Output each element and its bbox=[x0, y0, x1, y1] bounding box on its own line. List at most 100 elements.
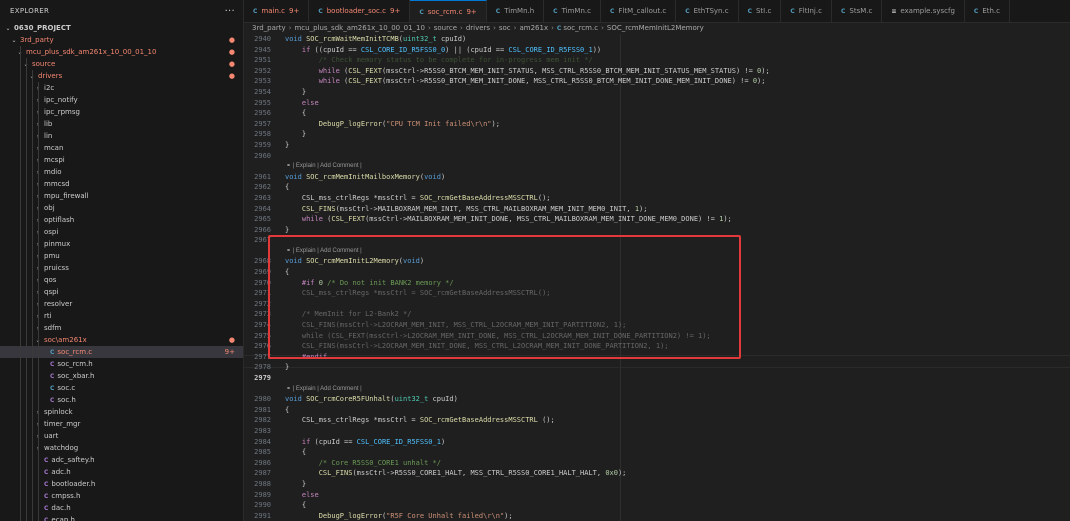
tree-folder[interactable]: ›mcspi bbox=[0, 154, 243, 166]
code-lens-text[interactable]: | Explain | Add Comment | bbox=[293, 163, 362, 169]
tree-folder[interactable]: ›resolver bbox=[0, 298, 243, 310]
tree-folder[interactable]: ›pinmux bbox=[0, 238, 243, 250]
breadcrumb-item[interactable]: mcu_plus_sdk_am261x_10_00_01_10 bbox=[294, 24, 424, 32]
tree-file[interactable]: Csoc_xbar.h bbox=[0, 370, 243, 382]
tab-sti-c[interactable]: C StI.c bbox=[739, 0, 782, 22]
tree-folder[interactable]: ›uart bbox=[0, 430, 243, 442]
c-file-icon: C bbox=[556, 24, 562, 32]
tree-folder[interactable]: ›rti bbox=[0, 310, 243, 322]
tab-fltm-callout-c[interactable]: C FltM_callout.c bbox=[601, 0, 677, 22]
tree-folder[interactable]: ⌄source● bbox=[0, 58, 243, 70]
tree-folder[interactable]: ›optiflash bbox=[0, 214, 243, 226]
tree-folder[interactable]: ›obj bbox=[0, 202, 243, 214]
tree-folder[interactable]: ›watchdog bbox=[0, 442, 243, 454]
tree-folder[interactable]: ›lin bbox=[0, 130, 243, 142]
tree-folder[interactable]: ›ipc_notify bbox=[0, 94, 243, 106]
indent-guide bbox=[32, 394, 33, 406]
tree-item-label: ospi bbox=[44, 228, 59, 236]
code-line: 2965 while (CSL_FEXT(mssCtrl->MAILBOXRAM… bbox=[244, 214, 1070, 225]
code-lens[interactable]: ⚭ | Explain | Add Comment | bbox=[244, 246, 1070, 257]
tree-file[interactable]: Csoc.c bbox=[0, 382, 243, 394]
tree-folder[interactable]: ⌄ 0630_PROJECT bbox=[0, 22, 243, 34]
line-number: 2957 bbox=[254, 119, 271, 128]
c-header-file-icon: C bbox=[44, 504, 49, 512]
breadcrumb-item[interactable]: SOC_rcmMemInitL2Memory bbox=[607, 24, 704, 32]
indent-guide bbox=[26, 370, 27, 382]
tree-folder[interactable]: ›timer_mgr bbox=[0, 418, 243, 430]
c-header-file-icon: C bbox=[50, 372, 55, 380]
more-actions-icon[interactable]: ··· bbox=[225, 6, 235, 17]
tree-folder[interactable]: ›mpu_firewall bbox=[0, 190, 243, 202]
c-file-icon: C bbox=[609, 7, 615, 15]
code-text: CSL_mss_ctrlRegs *mssCtrl = SOC_rcmGetBa… bbox=[285, 416, 555, 425]
indent-guide bbox=[20, 298, 21, 310]
tree-folder[interactable]: ›qos bbox=[0, 274, 243, 286]
tab-eth-c[interactable]: C Eth.c bbox=[965, 0, 1011, 22]
tree-folder[interactable]: ›qspi bbox=[0, 286, 243, 298]
tree-item-label: uart bbox=[44, 432, 59, 440]
indent-guide bbox=[26, 190, 27, 202]
tree-file[interactable]: Cdac.h bbox=[0, 502, 243, 514]
tree-file[interactable]: Csoc_rcm.c 9+ bbox=[0, 346, 243, 358]
explorer-sidebar: EXPLORER ··· ⌄0630_PROJECT⌄3rd_party●⌄mc… bbox=[0, 0, 244, 521]
tab-example-syscfg[interactable]: ≡ example.syscfg bbox=[882, 0, 965, 22]
breadcrumb-item[interactable]: am261x bbox=[519, 24, 548, 32]
tab-main-c[interactable]: Cmain.c 9+ bbox=[244, 0, 310, 22]
tab-ethtsyn-c[interactable]: C EthTSyn.c bbox=[676, 0, 739, 22]
code-line: 2969 { bbox=[244, 267, 1070, 278]
tree-file[interactable]: Csoc.h bbox=[0, 394, 243, 406]
breadcrumb-item[interactable]: source bbox=[434, 24, 457, 32]
tree-folder[interactable]: ›mcan bbox=[0, 142, 243, 154]
code-line: 2970 #if 0 /* Do not init BANK2 memory *… bbox=[244, 278, 1070, 289]
tree-folder[interactable]: ›mdio bbox=[0, 166, 243, 178]
indent-guide bbox=[26, 142, 27, 154]
tab-timmn-c[interactable]: C TimMn.c bbox=[544, 0, 601, 22]
code-lens-text[interactable]: | Explain | Add Comment | bbox=[293, 386, 362, 392]
code-lens-text[interactable]: | Explain | Add Comment | bbox=[293, 248, 362, 254]
tab-fltinj-c[interactable]: C FltInj.c bbox=[781, 0, 832, 22]
line-number: 2985 bbox=[254, 448, 271, 457]
tree-file[interactable]: Ccmpss.h bbox=[0, 490, 243, 502]
breadcrumb-item[interactable]: soc bbox=[499, 24, 511, 32]
code-text: DebugP_logError("CPU TCM Init failed\r\n… bbox=[318, 119, 500, 128]
tree-file[interactable]: Cadc.h bbox=[0, 466, 243, 478]
tab-bootloader-soc-c[interactable]: Cbootloader_soc.c 9+ bbox=[309, 0, 411, 22]
code-text: { bbox=[285, 183, 290, 192]
tree-folder[interactable]: ›ipc_rpmsg bbox=[0, 106, 243, 118]
line-number: 2976 bbox=[254, 342, 271, 351]
tree-file[interactable]: Cecap.h bbox=[0, 514, 243, 521]
tree-folder[interactable]: ›ospi bbox=[0, 226, 243, 238]
tree-file[interactable]: Cadc_saftey.h bbox=[0, 454, 243, 466]
tree-folder[interactable]: ›sdfm bbox=[0, 322, 243, 334]
indent-guide bbox=[20, 334, 21, 346]
tree-file[interactable]: Cbootloader.h bbox=[0, 478, 243, 490]
tree-folder[interactable]: ›i2c bbox=[0, 82, 243, 94]
tree-folder[interactable]: ›spinlock bbox=[0, 406, 243, 418]
code-lens[interactable]: ⚭ | Explain | Add Comment | bbox=[244, 161, 1070, 172]
tree-folder[interactable]: ⌄mcu_plus_sdk_am261x_10_00_01_10● bbox=[0, 46, 243, 58]
tree-folder[interactable]: ›lib bbox=[0, 118, 243, 130]
tree-folder[interactable]: ⌄ 3rd_party ● bbox=[0, 34, 243, 46]
code-editor[interactable]: 2940 void SOC_rcmWaitMemInitTCMB(uint32_t… bbox=[244, 34, 1070, 521]
tree-item-label: dac.h bbox=[51, 504, 71, 512]
tab-stsm-c[interactable]: C StsM.c bbox=[832, 0, 883, 22]
tree-folder[interactable]: ›pmu bbox=[0, 250, 243, 262]
indent-guide bbox=[20, 286, 21, 298]
breadcrumb-item[interactable]: 3rd_party bbox=[252, 24, 286, 32]
tree-folder[interactable]: ›pruicss bbox=[0, 262, 243, 274]
tab-soc-rcm-c[interactable]: Csoc_rcm.c 9+ bbox=[410, 0, 487, 22]
indent-guide bbox=[20, 226, 21, 238]
tree-folder[interactable]: ›mmcsd bbox=[0, 178, 243, 190]
breadcrumb-item[interactable]: drivers bbox=[466, 24, 490, 32]
c-header-file-icon: C bbox=[44, 468, 49, 476]
indent-guide bbox=[20, 106, 21, 118]
indent-guide bbox=[26, 82, 27, 94]
tab-timmn-h[interactable]: C TimMn.h bbox=[487, 0, 545, 22]
breadcrumb-item[interactable]: soc_rcm.c bbox=[563, 24, 598, 32]
indent-guide bbox=[38, 202, 39, 214]
tree-folder[interactable]: ⌄soc\am261x● bbox=[0, 334, 243, 346]
tree-file[interactable]: Csoc_rcm.h bbox=[0, 358, 243, 370]
tree-folder[interactable]: ⌄drivers● bbox=[0, 70, 243, 82]
code-lens[interactable]: ⚭ | Explain | Add Comment | bbox=[244, 384, 1070, 395]
code-text: CSL_FINS(mssCtrl->L2OCRAM_MEM_INIT, MSS_… bbox=[285, 321, 627, 330]
